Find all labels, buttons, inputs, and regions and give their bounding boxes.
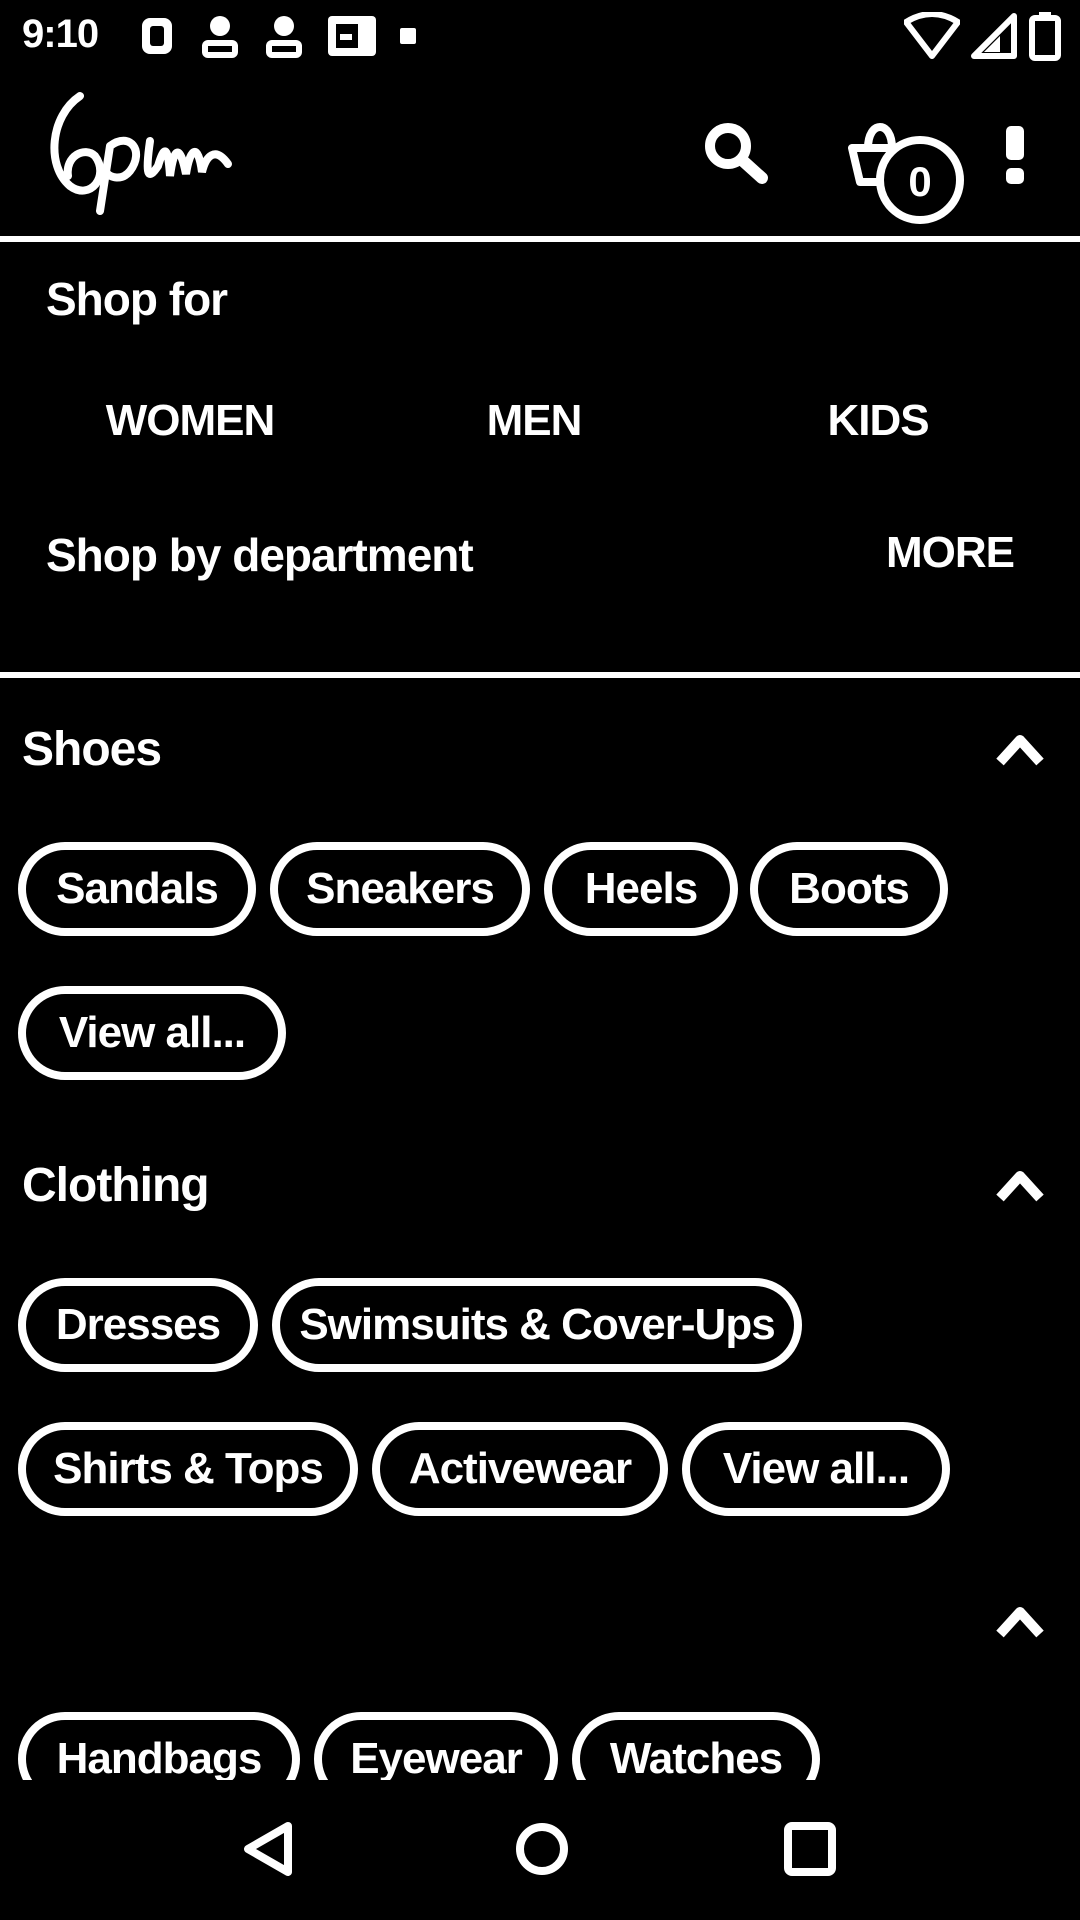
chip-sneakers[interactable]: Sneakers [270, 842, 530, 936]
overflow-menu-icon [1006, 126, 1024, 184]
dot-icon [400, 28, 416, 44]
recent-apps-icon [784, 1822, 836, 1876]
app-bar-divider [0, 236, 1080, 242]
home-icon [516, 1823, 568, 1875]
collapse-third-category-button[interactable] [996, 1604, 1044, 1638]
tab-women[interactable]: WOMEN [40, 396, 340, 446]
chip-heels[interactable]: Heels [544, 842, 738, 936]
status-icons-left [136, 12, 418, 60]
chip-watches[interactable]: Watches [572, 1712, 820, 1780]
collapse-shoes-button[interactable] [996, 732, 1044, 766]
chip-boots[interactable]: Boots [750, 842, 948, 936]
logo[interactable] [40, 86, 240, 221]
chip-shirts-tops[interactable]: Shirts & Tops [18, 1422, 358, 1516]
tab-men[interactable]: MEN [384, 396, 684, 446]
person-icon [202, 16, 238, 58]
chip-view-all-clothing[interactable]: View all... [682, 1422, 950, 1516]
chip-dresses[interactable]: Dresses [18, 1278, 258, 1372]
chevron-up-icon [996, 1607, 1044, 1638]
chip-eyewear[interactable]: Eyewear [314, 1712, 558, 1780]
person-icon [266, 16, 302, 58]
chip-activewear[interactable]: Activewear [372, 1422, 668, 1516]
chip-swimsuits[interactable]: Swimsuits & Cover-Ups [272, 1278, 802, 1372]
battery-icon [1029, 12, 1061, 61]
sim-card-icon [328, 16, 376, 56]
status-time: 9:10 [22, 12, 99, 56]
chevron-up-icon [996, 735, 1044, 766]
chip-row-clipped: Handbags Eyewear Watches [0, 1700, 1080, 1780]
sync-icon [142, 18, 172, 54]
cart-button[interactable]: 0 [846, 112, 966, 228]
category-title-clothing: Clothing [22, 1159, 210, 1212]
back-button[interactable] [240, 1820, 296, 1878]
section-divider [0, 672, 1080, 678]
search-icon [705, 123, 768, 184]
chip-view-all-shoes[interactable]: View all... [18, 986, 286, 1080]
overflow-menu-button[interactable] [1000, 126, 1030, 186]
signal-icon [971, 13, 1017, 59]
search-button[interactable] [700, 118, 772, 190]
chip-handbags[interactable]: Handbags [18, 1712, 300, 1780]
status-icons-right [904, 12, 1062, 61]
tab-kids[interactable]: KIDS [728, 396, 1028, 446]
status-bar: 9:10 [0, 0, 1080, 76]
chevron-up-icon [996, 1171, 1044, 1202]
logo-mark [50, 92, 232, 215]
wifi-icon [904, 12, 960, 59]
recent-apps-button[interactable] [782, 1820, 838, 1878]
home-button[interactable] [514, 1820, 570, 1878]
gender-tabs: WOMEN MEN KIDS [0, 396, 1080, 456]
category-title-shoes: Shoes [22, 723, 162, 776]
collapse-clothing-button[interactable] [996, 1168, 1044, 1202]
back-icon [244, 1822, 292, 1876]
shop-by-department-title: Shop by department [46, 529, 474, 581]
cart-count-badge: 0 [908, 158, 932, 205]
shop-for-title: Shop for [46, 273, 228, 325]
more-button[interactable]: MORE [886, 528, 1015, 578]
chip-sandals[interactable]: Sandals [18, 842, 256, 936]
